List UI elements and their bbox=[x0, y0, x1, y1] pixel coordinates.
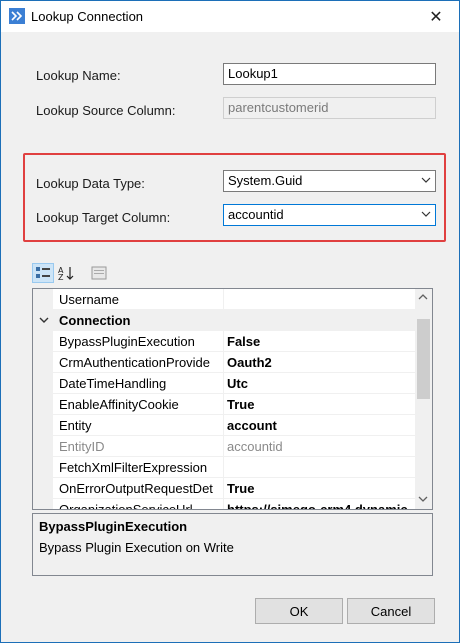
chevron-down-icon bbox=[421, 211, 431, 217]
grid-row-enableaffinitycookie[interactable]: EnableAffinityCookie True bbox=[33, 394, 415, 415]
lookup-source-column-input: parentcustomerid bbox=[223, 97, 436, 119]
lookup-connection-dialog: Lookup Connection ✕ Lookup Name: Lookup1… bbox=[0, 0, 460, 643]
property-value[interactable]: True bbox=[227, 481, 413, 496]
cancel-button[interactable]: Cancel bbox=[347, 598, 435, 624]
sort-alphabetical-icon: A Z bbox=[58, 266, 74, 281]
lookup-name-input[interactable]: Lookup1 bbox=[223, 63, 436, 85]
property-pages-icon bbox=[91, 266, 107, 280]
property-name: DateTimeHandling bbox=[59, 376, 167, 391]
categorized-button[interactable] bbox=[32, 263, 54, 283]
lookup-target-column-value: accountid bbox=[228, 207, 284, 222]
grid-row-fetchxmlfilterexpression[interactable]: FetchXmlFilterExpression bbox=[33, 457, 415, 478]
grid-row-username[interactable]: Username bbox=[33, 289, 415, 310]
property-value[interactable]: https://simego-crm4.dynamic bbox=[227, 502, 413, 509]
property-pages-button[interactable] bbox=[88, 263, 110, 283]
title-bar: Lookup Connection ✕ bbox=[1, 1, 459, 32]
help-description: Bypass Plugin Execution on Write bbox=[39, 540, 234, 555]
lookup-data-type-value: System.Guid bbox=[228, 173, 303, 188]
property-name: EntityID bbox=[59, 439, 105, 454]
property-value[interactable]: Utc bbox=[227, 376, 413, 391]
close-icon: ✕ bbox=[429, 8, 443, 26]
highlight-box bbox=[23, 153, 446, 242]
property-value[interactable]: Oauth2 bbox=[227, 355, 413, 370]
property-name: CrmAuthenticationProvide bbox=[59, 355, 211, 370]
scroll-thumb[interactable] bbox=[417, 319, 430, 399]
help-title: BypassPluginExecution bbox=[39, 519, 188, 534]
property-name: OnErrorOutputRequestDet bbox=[59, 481, 213, 496]
scroll-down-icon[interactable] bbox=[418, 495, 428, 503]
property-grid: Username Connection BypassPluginExecutio… bbox=[32, 288, 433, 510]
lookup-target-column-label: Lookup Target Column: bbox=[36, 210, 171, 225]
scroll-up-icon[interactable] bbox=[418, 293, 428, 301]
grid-category-connection[interactable]: Connection bbox=[33, 310, 415, 331]
property-name: EnableAffinityCookie bbox=[59, 397, 179, 412]
window-title: Lookup Connection bbox=[31, 9, 144, 24]
lookup-target-column-select[interactable]: accountid bbox=[223, 204, 436, 226]
property-name: Entity bbox=[59, 418, 92, 433]
grid-row-entity[interactable]: Entity account bbox=[33, 415, 415, 436]
property-name: FetchXmlFilterExpression bbox=[59, 460, 208, 475]
grid-row-bypasspluginexecution[interactable]: BypassPluginExecution False bbox=[33, 331, 415, 352]
chevron-down-icon bbox=[421, 177, 431, 183]
grid-row-crmauthenticationprovider[interactable]: CrmAuthenticationProvide Oauth2 bbox=[33, 352, 415, 373]
alphabetical-button[interactable]: A Z bbox=[55, 263, 77, 283]
property-help-panel: BypassPluginExecution Bypass Plugin Exec… bbox=[32, 513, 433, 576]
app-icon bbox=[9, 8, 25, 24]
grid-row-datetimehandling[interactable]: DateTimeHandling Utc bbox=[33, 373, 415, 394]
grid-row-onerroroutputrequestdetails[interactable]: OnErrorOutputRequestDet True bbox=[33, 478, 415, 499]
grid-row-entityid[interactable]: EntityID accountid bbox=[33, 436, 415, 457]
property-name: Username bbox=[59, 292, 119, 307]
lookup-name-label: Lookup Name: bbox=[36, 68, 121, 83]
property-name: OrganizationServiceUrl bbox=[59, 502, 193, 510]
property-value[interactable]: True bbox=[227, 397, 413, 412]
lookup-source-column-label: Lookup Source Column: bbox=[36, 103, 176, 118]
ok-button[interactable]: OK bbox=[255, 598, 343, 624]
category-name: Connection bbox=[59, 313, 131, 328]
property-value: accountid bbox=[227, 439, 283, 454]
svg-text:Z: Z bbox=[58, 273, 64, 281]
categorized-icon bbox=[36, 267, 50, 278]
lookup-data-type-label: Lookup Data Type: bbox=[36, 176, 145, 191]
collapse-icon[interactable] bbox=[39, 315, 49, 325]
close-button[interactable]: ✕ bbox=[413, 1, 459, 32]
grid-row-organizationserviceurl[interactable]: OrganizationServiceUrl https://simego-cr… bbox=[33, 499, 415, 510]
property-value[interactable]: account bbox=[227, 418, 413, 433]
lookup-data-type-select[interactable]: System.Guid bbox=[223, 170, 436, 192]
property-name: BypassPluginExecution bbox=[59, 334, 195, 349]
property-value[interactable]: False bbox=[227, 334, 413, 349]
grid-scrollbar[interactable] bbox=[415, 289, 432, 509]
